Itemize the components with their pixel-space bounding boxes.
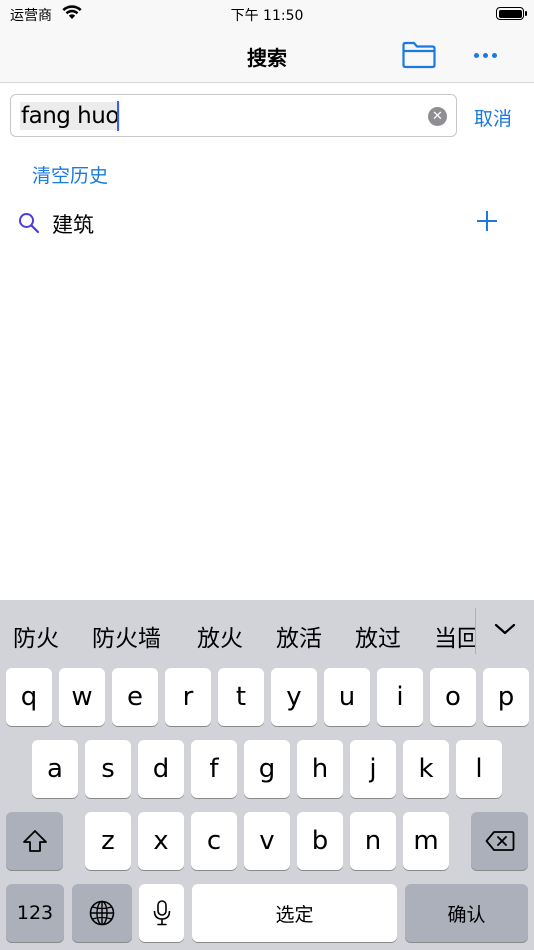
page-title: 搜索 xyxy=(247,46,287,70)
shift-icon xyxy=(22,830,47,852)
delete-key[interactable] xyxy=(471,812,528,870)
key-v[interactable]: v xyxy=(244,812,290,870)
more-button[interactable] xyxy=(468,44,502,66)
key-t[interactable]: t xyxy=(218,668,264,726)
history-item-label: 建筑 xyxy=(52,213,94,237)
search-icon xyxy=(18,212,40,238)
shift-key[interactable] xyxy=(6,812,63,870)
delete-icon xyxy=(485,831,514,851)
return-key[interactable]: 确认 xyxy=(405,884,528,942)
chevron-down-icon[interactable] xyxy=(494,618,516,640)
clear-icon[interactable]: ✕ xyxy=(428,107,447,126)
key-w[interactable]: w xyxy=(59,668,105,726)
key-n[interactable]: n xyxy=(350,812,396,870)
status-time: 下午 11:50 xyxy=(230,8,304,24)
key-s[interactable]: s xyxy=(85,740,131,798)
candidate-bar: 防火 防火墙 放火 放活 放过 当回 xyxy=(0,600,534,662)
history-item[interactable]: 建筑 xyxy=(0,200,534,246)
key-j[interactable]: j xyxy=(350,740,396,798)
candidate-word[interactable]: 放过 xyxy=(355,619,401,653)
plus-icon[interactable] xyxy=(474,208,500,234)
key-q[interactable]: q xyxy=(6,668,52,726)
key-m[interactable]: m xyxy=(403,812,449,870)
clear-history-button[interactable]: 清空历史 xyxy=(32,161,108,188)
folder-icon xyxy=(402,41,436,69)
numbers-key[interactable]: 123 xyxy=(6,884,64,942)
key-k[interactable]: k xyxy=(403,740,449,798)
key-u[interactable]: u xyxy=(324,668,370,726)
space-key[interactable]: 选定 xyxy=(192,884,397,942)
key-z[interactable]: z xyxy=(85,812,131,870)
key-y[interactable]: y xyxy=(271,668,317,726)
cancel-button[interactable]: 取消 xyxy=(474,104,512,131)
globe-key[interactable] xyxy=(72,884,132,942)
battery-icon xyxy=(496,7,527,20)
key-a[interactable]: a xyxy=(32,740,78,798)
microphone-icon xyxy=(153,900,170,926)
candidate-word[interactable]: 放活 xyxy=(276,619,322,653)
key-h[interactable]: h xyxy=(297,740,343,798)
key-p[interactable]: p xyxy=(483,668,529,726)
key-d[interactable]: d xyxy=(138,740,184,798)
search-input-value: fang huo xyxy=(20,102,120,130)
key-i[interactable]: i xyxy=(377,668,423,726)
folder-button[interactable] xyxy=(401,40,437,70)
key-r[interactable]: r xyxy=(165,668,211,726)
key-x[interactable]: x xyxy=(138,812,184,870)
candidate-word[interactable]: 放火 xyxy=(197,619,243,653)
status-bar: 运营商 下午 11:50 xyxy=(0,0,534,28)
key-g[interactable]: g xyxy=(244,740,290,798)
key-b[interactable]: b xyxy=(297,812,343,870)
candidate-word[interactable]: 当回 xyxy=(434,619,480,653)
key-o[interactable]: o xyxy=(430,668,476,726)
search-input[interactable]: fang huo ✕ xyxy=(10,94,457,137)
key-f[interactable]: f xyxy=(191,740,237,798)
text-cursor xyxy=(117,101,119,131)
microphone-key[interactable] xyxy=(139,884,184,942)
candidate-word[interactable]: 防火 xyxy=(13,619,59,653)
key-c[interactable]: c xyxy=(191,812,237,870)
navigation-bar: 搜索 xyxy=(0,28,534,83)
globe-icon xyxy=(89,900,115,926)
key-l[interactable]: l xyxy=(456,740,502,798)
key-e[interactable]: e xyxy=(112,668,158,726)
candidate-word[interactable]: 防火墙 xyxy=(92,619,161,653)
keyboard: 防火 防火墙 放火 放活 放过 当回 q w e r t y u i o p a… xyxy=(0,600,534,950)
more-icon xyxy=(473,52,479,58)
